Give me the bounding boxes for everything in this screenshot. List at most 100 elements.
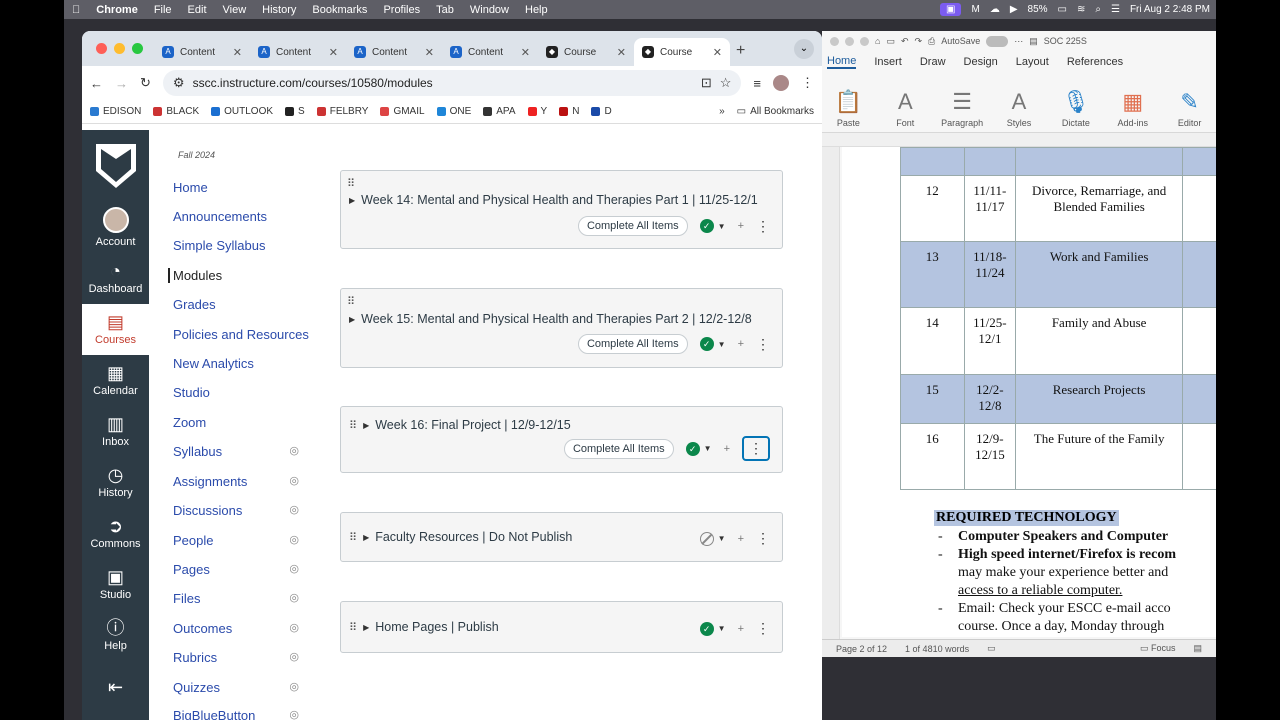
cloud-icon[interactable]: ☁ [990,4,1000,15]
word-tab-references[interactable]: References [1067,56,1123,68]
course-nav-new-analytics[interactable]: New Analytics [173,356,299,371]
course-nav-policies[interactable]: Policies and Resources [173,327,313,342]
menu-bookmarks[interactable]: Bookmarks [304,4,375,16]
module-menu-icon[interactable]: ⋮ [742,436,770,461]
add-item-icon[interactable]: + [738,533,744,545]
word-tab-insert[interactable]: Insert [874,56,902,68]
publish-status-button[interactable]: ✓ ▼ [699,219,726,233]
malwarebytes-icon[interactable]: M [971,4,979,15]
close-tab-icon[interactable]: ✕ [713,46,722,59]
close-window-icon[interactable] [96,43,107,54]
autosave-toggle[interactable] [986,35,1009,47]
publish-status-button[interactable]: ✓ ▼ [685,441,712,456]
drag-handle-icon[interactable]: ⠿ [347,177,355,190]
bookmarks-overflow[interactable]: » [719,106,725,117]
complete-all-items-button[interactable]: Complete All Items [577,216,688,236]
ribbon-paragraph[interactable]: ☰ Paragraph [941,90,984,129]
ribbon-editor[interactable]: ✎ Editor [1168,90,1211,129]
play-icon[interactable]: ▶ [1010,4,1018,15]
url-text[interactable]: sscc.instructure.com/courses/10580/modul… [193,76,433,90]
module-header[interactable]: ▶ Week 15: Mental and Physical Health and… [349,312,752,326]
bookmark-item[interactable]: N [559,106,579,117]
screen-share-icon[interactable]: ▣ [940,3,962,16]
word-count[interactable]: 1 of 4810 words [905,644,969,654]
ribbon-dictate[interactable]: 🎙 Dictate [1054,90,1097,129]
menu-tab[interactable]: Tab [428,4,462,16]
battery-icon[interactable]: ▭ [1058,4,1067,15]
reload-icon[interactable]: ↻ [140,75,151,91]
bookmark-item[interactable]: ONE [436,106,471,117]
bookmark-item[interactable]: Y [527,106,547,117]
bookmark-item[interactable]: D [591,106,612,117]
publish-status-button[interactable]: ✓ ▼ [699,621,726,636]
word-redo-icon[interactable]: ↷ [915,36,923,47]
browser-tab[interactable]: A Content ✕ [442,38,538,66]
module-menu-icon[interactable]: ⋮ [756,336,770,353]
nav-dashboard[interactable]: ◔ Dashboard [82,253,149,304]
word-home-icon[interactable]: ⌂ [875,36,880,46]
complete-all-items-button[interactable]: Complete All Items [577,334,688,354]
apple-icon[interactable]:  [64,4,88,16]
app-name[interactable]: Chrome [88,4,146,16]
menu-help[interactable]: Help [517,4,556,16]
bookmark-item[interactable]: OUTLOOK [211,106,273,117]
drag-handle-icon[interactable]: ⠿ [349,621,357,634]
nav-help[interactable]: ⓘ Help [82,610,149,661]
close-tab-icon[interactable]: ✕ [521,46,530,59]
nav-studio[interactable]: ▣ Studio [82,559,149,610]
menu-profiles[interactable]: Profiles [375,4,428,16]
course-nav-modules[interactable]: Modules [168,268,294,283]
drag-handle-icon[interactable]: ⠿ [347,295,355,308]
print-layout-icon[interactable]: ▤ [1193,643,1202,654]
tab-search-icon[interactable]: ⌄ [794,39,814,59]
word-zoom-icon[interactable] [860,36,869,46]
course-nav-discussions[interactable]: Discussions ◎ [173,503,299,518]
proofing-icon[interactable]: ▭ [987,643,996,654]
word-save-icon[interactable]: ▭ [886,36,895,47]
close-tab-icon[interactable]: ✕ [233,46,242,59]
bookmark-item[interactable]: BLACK [153,106,199,117]
course-nav-announcements[interactable]: Announcements [173,209,299,224]
browser-tab[interactable]: A Content ✕ [154,38,250,66]
menu-file[interactable]: File [146,4,180,16]
course-nav-bigbluebutton[interactable]: BigBlueButton ◎ [173,708,299,720]
menu-view[interactable]: View [215,4,255,16]
profile-avatar[interactable] [773,75,789,91]
clock[interactable]: Fri Aug 2 2:48 PM [1130,4,1210,15]
install-icon[interactable]: ⊡ [701,75,712,91]
word-print-icon[interactable]: ⎙ [928,36,935,47]
page-count[interactable]: Page 2 of 12 [836,644,887,654]
forward-icon[interactable]: → [115,76,128,91]
ribbon-paste[interactable]: 📋 Paste [827,90,870,129]
drag-handle-icon[interactable]: ⠿ [349,419,357,432]
course-nav-outcomes[interactable]: Outcomes ◎ [173,621,299,636]
bookmark-item[interactable]: FELBRY [316,106,368,117]
bookmark-item[interactable]: S [285,106,305,117]
canvas-logo[interactable] [82,130,149,202]
browser-tab[interactable]: ◆ Course ✕ [538,38,634,66]
course-nav-zoom[interactable]: Zoom [173,415,299,430]
collapse-nav-button[interactable]: ⇤ [82,661,149,712]
course-nav-files[interactable]: Files ◎ [173,591,299,606]
focus-button[interactable]: ▭ Focus [1140,643,1176,654]
back-icon[interactable]: ← [90,76,103,91]
word-tab-design[interactable]: Design [964,56,998,68]
browser-tab[interactable]: A Content ✕ [346,38,442,66]
wifi-icon[interactable]: ≋ [1077,4,1085,15]
add-item-icon[interactable]: + [738,220,744,232]
word-tab-layout[interactable]: Layout [1016,56,1049,68]
course-nav-grades[interactable]: Grades [173,297,299,312]
browser-tab-active[interactable]: ◆ Course ✕ [634,38,730,66]
complete-all-items-button[interactable]: Complete All Items [563,438,674,459]
course-nav-simple-syllabus[interactable]: Simple Syllabus [173,238,299,253]
minimize-window-icon[interactable] [114,43,125,54]
close-tab-icon[interactable]: ✕ [425,46,434,59]
course-nav-syllabus[interactable]: Syllabus ◎ [173,444,299,459]
ribbon-add-ins[interactable]: ▦ Add-ins [1111,90,1154,129]
bookmark-star-icon[interactable]: ☆ [720,75,732,91]
course-nav-pages[interactable]: Pages ◎ [173,562,299,577]
search-icon[interactable]: ⌕ [1095,4,1101,15]
bookmark-item[interactable]: GMAIL [380,106,425,117]
module-header[interactable]: ⠿ ▶ Week 16: Final Project | 12/9-12/15 [349,418,571,432]
ribbon-styles[interactable]: A Styles [998,90,1041,129]
